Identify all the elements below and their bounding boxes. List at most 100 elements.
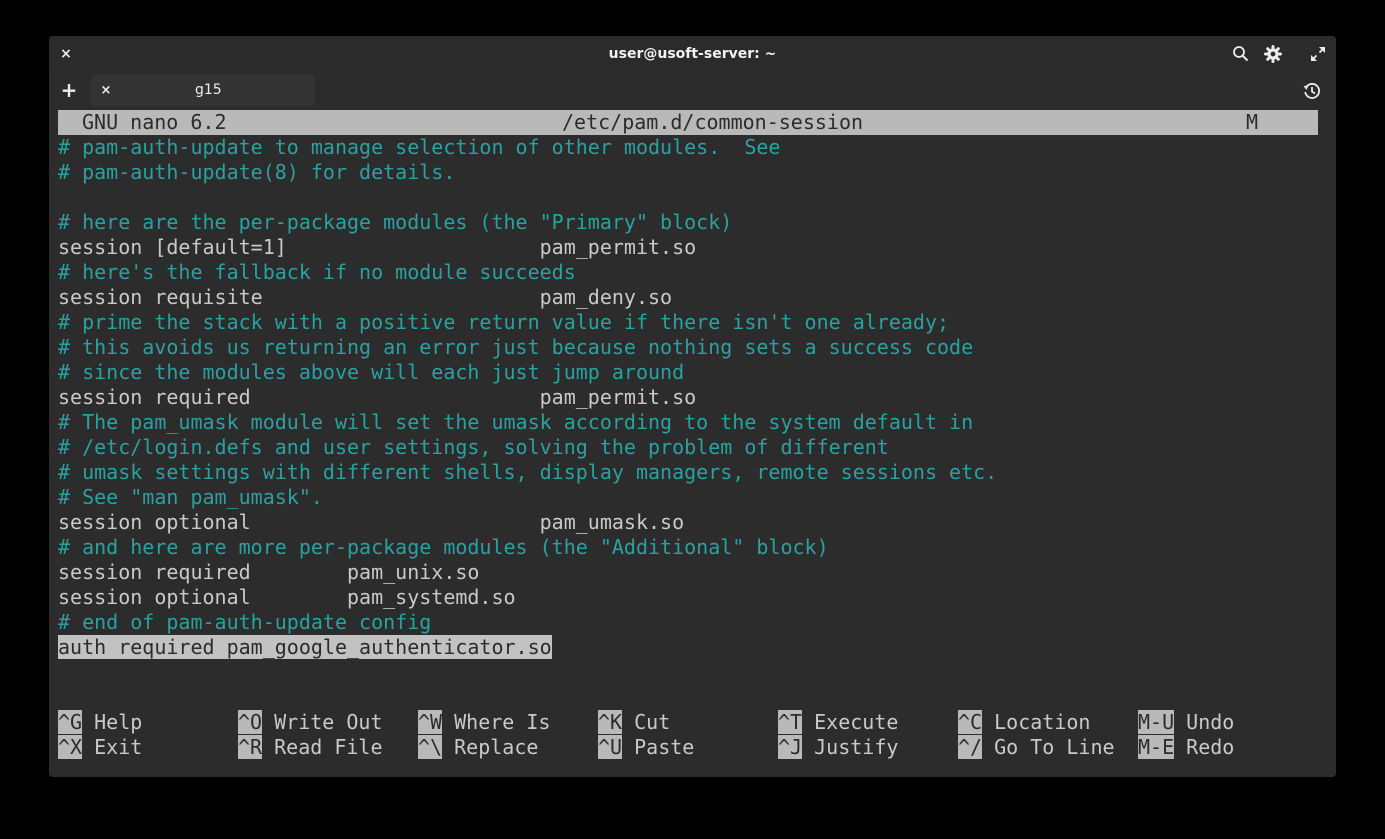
editor-line: session requisite pam_deny.so bbox=[58, 285, 672, 310]
shortcut-item: ^X Exit bbox=[58, 735, 142, 760]
line-text: session optional pam_umask.so bbox=[58, 510, 685, 534]
shortcut-key: ^W bbox=[418, 710, 443, 734]
shortcut-key: M-U bbox=[1138, 710, 1175, 734]
editor-line: # since the modules above will each just… bbox=[58, 360, 684, 385]
settings-button[interactable] bbox=[1261, 36, 1285, 72]
editor-line: session optional pam_umask.so bbox=[58, 510, 684, 535]
shortcut-key: ^O bbox=[238, 710, 263, 734]
shortcut-key: ^\ bbox=[418, 735, 443, 759]
titlebar: × user@usoft-server: ~ bbox=[49, 36, 1336, 72]
editor-line: # pam-auth-update to manage selection of… bbox=[58, 135, 780, 160]
search-icon bbox=[1233, 46, 1249, 62]
maximize-button[interactable] bbox=[1306, 36, 1330, 72]
shortcut-item: ^W Where Is bbox=[418, 710, 550, 735]
line-text: # See "man pam_umask". bbox=[58, 485, 323, 509]
shortcut-label: Cut bbox=[634, 710, 671, 734]
editor-line: auth required pam_google_authenticator.s… bbox=[58, 635, 552, 660]
line-text: # since the modules above will each just… bbox=[58, 360, 685, 384]
shortcut-label: Location bbox=[994, 710, 1091, 734]
shortcut-label: Help bbox=[94, 710, 143, 734]
tab-bar: + × g15 bbox=[49, 72, 1336, 110]
line-text: session requisite pam_deny.so bbox=[58, 285, 673, 309]
window-title: user@usoft-server: ~ bbox=[608, 46, 777, 62]
line-text: # pam-auth-update(8) for details. bbox=[58, 160, 456, 184]
selected-text: auth required pam_google_authenticator.s… bbox=[58, 635, 552, 659]
editor-line: # prime the stack with a positive return… bbox=[58, 310, 949, 335]
search-button[interactable] bbox=[1229, 36, 1253, 72]
editor-line: session required pam_permit.so bbox=[58, 385, 696, 410]
terminal-content[interactable]: GNU nano 6.2 /etc/pam.d/common-session M… bbox=[58, 110, 1328, 777]
tab-close-button[interactable]: × bbox=[97, 75, 115, 106]
history-icon bbox=[1303, 83, 1320, 99]
editor-line: session [default=1] pam_permit.so bbox=[58, 235, 696, 260]
shortcut-item: ^/ Go To Line bbox=[958, 735, 1115, 760]
line-text: # here's the fallback if no module succe… bbox=[58, 260, 576, 284]
line-text: # pam-auth-update to manage selection of… bbox=[58, 135, 781, 159]
shortcut-label: Execute bbox=[814, 710, 899, 734]
shortcut-label: Read File bbox=[274, 735, 383, 759]
gear-icon bbox=[1264, 45, 1282, 63]
shortcut-key: ^/ bbox=[958, 735, 983, 759]
maximize-icon bbox=[1311, 47, 1325, 61]
shortcut-key: ^J bbox=[778, 735, 803, 759]
nano-version: GNU nano 6.2 bbox=[82, 110, 227, 134]
shortcut-item: ^J Justify bbox=[778, 735, 898, 760]
shortcut-key: ^C bbox=[958, 710, 983, 734]
tab-label: g15 bbox=[195, 82, 222, 98]
new-tab-button[interactable]: + bbox=[59, 72, 79, 108]
editor-line: # See "man pam_umask". bbox=[58, 485, 323, 510]
editor-line: # /etc/login.defs and user settings, sol… bbox=[58, 435, 889, 460]
shortcut-item: ^R Read File bbox=[238, 735, 383, 760]
close-icon: × bbox=[100, 83, 112, 98]
line-text: session required pam_unix.so bbox=[58, 560, 480, 584]
line-text: session [default=1] pam_permit.so bbox=[58, 235, 697, 259]
line-text: # The pam_umask module will set the umas… bbox=[58, 410, 974, 434]
plus-icon: + bbox=[60, 78, 78, 102]
shortcut-key: ^K bbox=[598, 710, 623, 734]
editor-line: # The pam_umask module will set the umas… bbox=[58, 410, 973, 435]
shortcut-label: Write Out bbox=[274, 710, 383, 734]
shortcut-item: ^T Execute bbox=[778, 710, 898, 735]
editor-line: # and here are more per-package modules … bbox=[58, 535, 829, 560]
shortcut-label: Go To Line bbox=[994, 735, 1115, 759]
shortcut-item: ^O Write Out bbox=[238, 710, 383, 735]
editor-line: # here are the per-package modules (the … bbox=[58, 210, 732, 235]
line-text: # here are the per-package modules (the … bbox=[58, 210, 733, 234]
shortcut-item: ^U Paste bbox=[598, 735, 694, 760]
shortcut-key: ^U bbox=[598, 735, 623, 759]
line-text: # and here are more per-package modules … bbox=[58, 535, 829, 559]
editor-line: # here's the fallback if no module succe… bbox=[58, 260, 576, 285]
shortcut-item: ^G Help bbox=[58, 710, 142, 735]
line-text: session optional pam_systemd.so bbox=[58, 585, 516, 609]
line-text: # umask settings with different shells, … bbox=[58, 460, 998, 484]
nano-header: GNU nano 6.2 /etc/pam.d/common-session M bbox=[58, 110, 1318, 135]
shortcut-label: Undo bbox=[1186, 710, 1235, 734]
shortcut-label: Justify bbox=[814, 735, 899, 759]
editor-line: # umask settings with different shells, … bbox=[58, 460, 997, 485]
line-text: # end of pam-auth-update config bbox=[58, 610, 432, 634]
shortcut-label: Paste bbox=[634, 735, 695, 759]
history-button[interactable] bbox=[1302, 81, 1322, 101]
shortcut-label: Exit bbox=[94, 735, 143, 759]
shortcut-key: M-E bbox=[1138, 735, 1175, 759]
editor-line: session optional pam_systemd.so bbox=[58, 585, 516, 610]
shortcut-key: ^T bbox=[778, 710, 803, 734]
terminal-window: × user@usoft-server: ~ + × g15 GNU nano … bbox=[49, 36, 1336, 777]
editor-line: # pam-auth-update(8) for details. bbox=[58, 160, 455, 185]
shortcut-item: ^C Location bbox=[958, 710, 1090, 735]
shortcut-item: ^\ Replace bbox=[418, 735, 538, 760]
editor-line: session required pam_unix.so bbox=[58, 560, 479, 585]
line-text: # prime the stack with a positive return… bbox=[58, 310, 950, 334]
tab-g15[interactable]: × g15 bbox=[91, 75, 315, 106]
shortcut-item: M-U Undo bbox=[1138, 710, 1234, 735]
shortcut-item: ^K Cut bbox=[598, 710, 670, 735]
line-text: # this avoids us returning an error just… bbox=[58, 335, 974, 359]
file-path: /etc/pam.d/common-session bbox=[562, 110, 864, 134]
editor-line: # this avoids us returning an error just… bbox=[58, 335, 973, 360]
line-text: session required pam_permit.so bbox=[58, 385, 697, 409]
shortcut-key: ^R bbox=[238, 735, 263, 759]
shortcut-item: M-E Redo bbox=[1138, 735, 1234, 760]
line-text: # /etc/login.defs and user settings, sol… bbox=[58, 435, 889, 459]
shortcut-key: ^G bbox=[58, 710, 83, 734]
modified-flag: M bbox=[1246, 110, 1259, 134]
